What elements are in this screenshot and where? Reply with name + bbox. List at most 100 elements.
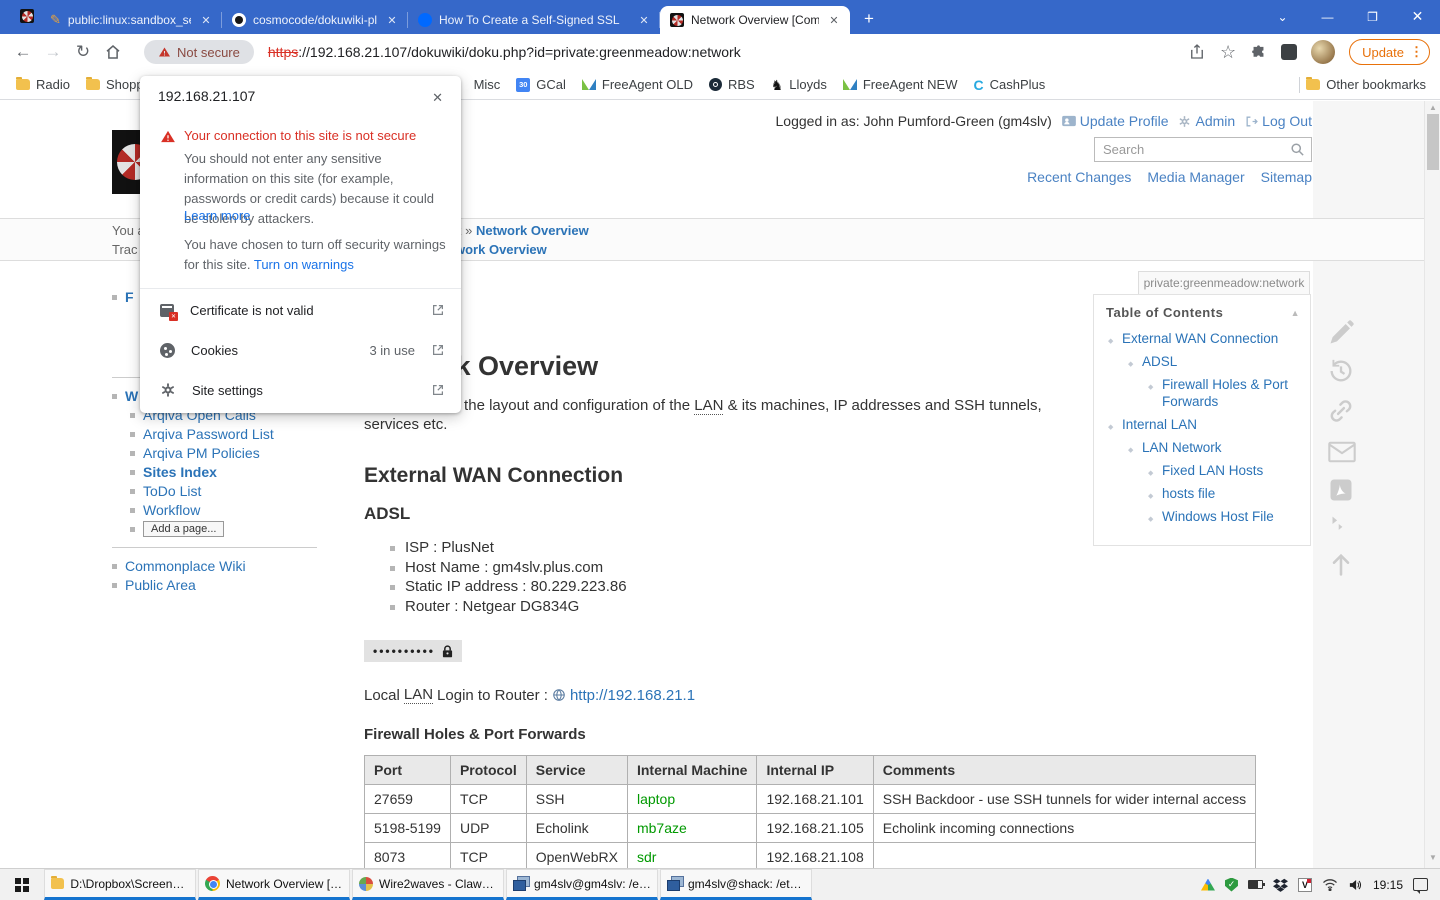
machine-link[interactable]: sdr: [637, 849, 656, 865]
taskbar-button-putty-2[interactable]: gm4slv@shack: /etc/...: [660, 869, 812, 900]
trace-network-overview-link[interactable]: work Overview: [455, 242, 547, 257]
sidebar-item-workflow[interactable]: Workflow: [130, 502, 347, 518]
toc-item[interactable]: Internal LAN: [1106, 416, 1300, 433]
side-panel-icon[interactable]: [1281, 44, 1297, 60]
sidebar-link[interactable]: Arqiva Password List: [143, 426, 274, 442]
restore-button[interactable]: ❐: [1350, 10, 1395, 24]
open-external-icon[interactable]: [431, 343, 445, 357]
scroll-down-arrow[interactable]: ▼: [1425, 853, 1440, 862]
taskbar-button-chrome[interactable]: Network Overview [C...: [198, 869, 350, 900]
scroll-up-arrow[interactable]: ▲: [1425, 103, 1440, 112]
sidebar-link[interactable]: W: [125, 388, 138, 404]
start-button[interactable]: [0, 869, 44, 900]
sidebar-link[interactable]: F: [125, 289, 134, 305]
bookmark-folder-radio[interactable]: Radio: [16, 77, 70, 92]
sidebar-link[interactable]: Public Area: [125, 577, 196, 593]
action-center-icon[interactable]: [1413, 878, 1428, 891]
admin-link[interactable]: Admin: [1178, 113, 1235, 129]
defender-shield-icon[interactable]: ✓: [1225, 878, 1238, 892]
bookmark-folder-shopping[interactable]: Shopp: [86, 77, 144, 92]
machine-link[interactable]: mb7aze: [637, 820, 687, 836]
bookmark-gcal[interactable]: 30GCal: [516, 77, 566, 92]
old-revisions-icon[interactable]: [1327, 357, 1355, 385]
not-secure-chip[interactable]: Not secure: [144, 40, 254, 64]
sidebar-item-commonplace-wiki[interactable]: Commonplace Wiki: [112, 558, 347, 574]
url-text[interactable]: https://192.168.21.107/dokuwiki/doku.php…: [268, 44, 741, 60]
mail-icon[interactable]: [1327, 439, 1357, 465]
sidebar-link[interactable]: Arqiva PM Policies: [143, 445, 260, 461]
fold-unfold-icon[interactable]: [1327, 513, 1349, 535]
taskbar-button-putty-1[interactable]: gm4slv@gm4slv: /etc...: [506, 869, 658, 900]
tab-search-chevron-icon[interactable]: ⌄: [1260, 10, 1305, 24]
bookmark-freeagent-new[interactable]: FreeAgent NEW: [843, 77, 958, 92]
site-settings-row[interactable]: Site settings: [140, 370, 461, 410]
toc-collapse-icon[interactable]: ▲: [1291, 308, 1300, 318]
back-button[interactable]: ←: [8, 37, 38, 67]
open-external-icon[interactable]: [431, 303, 445, 317]
dropbox-icon[interactable]: [1273, 878, 1288, 892]
add-page-button[interactable]: Add a page...: [143, 521, 224, 537]
sidebar-link[interactable]: Commonplace Wiki: [125, 558, 246, 574]
open-external-icon[interactable]: [431, 383, 445, 397]
sidebar-item-public-area[interactable]: Public Area: [112, 577, 347, 593]
sidebar-item-sites-index[interactable]: Sites Index: [130, 464, 347, 480]
toc-item[interactable]: Fixed LAN Hosts: [1106, 462, 1300, 479]
media-manager-link[interactable]: Media Manager: [1147, 169, 1244, 185]
sidebar-link[interactable]: ToDo List: [143, 483, 201, 499]
bookmark-rbs[interactable]: RBS: [709, 77, 755, 92]
other-bookmarks-folder[interactable]: Other bookmarks: [1281, 77, 1440, 93]
turn-on-warnings-link[interactable]: Turn on warnings: [254, 257, 354, 272]
machine-link[interactable]: laptop: [637, 791, 675, 807]
tab-close-icon[interactable]: ✕: [826, 12, 842, 28]
taskbar-button-explorer[interactable]: D:\Dropbox\Screensh...: [44, 869, 196, 900]
bookmark-lloyds[interactable]: ♞Lloyds: [771, 77, 827, 92]
extensions-puzzle-icon[interactable]: [1250, 44, 1267, 61]
taskbar-button-claws-mail[interactable]: Wire2waves - Claws ...: [352, 869, 504, 900]
pinned-umbrella-favicon[interactable]: [20, 9, 34, 23]
sidebar-link[interactable]: Sites Index: [143, 464, 217, 480]
sidebar-item-arqiva-pm-policies[interactable]: Arqiva PM Policies: [130, 445, 347, 461]
router-link[interactable]: http://192.168.21.1: [570, 687, 695, 704]
bookmark-misc[interactable]: Misc: [474, 77, 501, 92]
sidebar-add-page[interactable]: Add a page...: [130, 521, 347, 537]
sidebar-item-todo-list[interactable]: ToDo List: [130, 483, 347, 499]
vnc-icon[interactable]: V: [1298, 878, 1312, 892]
popup-close-icon[interactable]: ✕: [428, 86, 447, 110]
minimize-button[interactable]: —: [1305, 10, 1350, 24]
home-button[interactable]: [98, 37, 128, 67]
recent-changes-link[interactable]: Recent Changes: [1027, 169, 1131, 185]
breadcrumb-network-overview-link[interactable]: Network Overview: [476, 223, 589, 238]
browser-scrollbar[interactable]: ▲ ▼: [1424, 101, 1440, 868]
reload-button[interactable]: ↻: [68, 37, 98, 67]
edit-pencil-icon[interactable]: [1327, 319, 1355, 347]
toc-item[interactable]: ADSL: [1106, 353, 1300, 370]
bookmark-freeagent-old[interactable]: FreeAgent OLD: [582, 77, 693, 92]
update-chrome-button[interactable]: Update ⋮: [1349, 39, 1430, 65]
export-pdf-icon[interactable]: [1327, 476, 1355, 504]
learn-more-link[interactable]: Learn more: [184, 208, 250, 223]
certificate-row[interactable]: Certificate is not valid: [140, 290, 461, 330]
close-window-button[interactable]: ✕: [1395, 8, 1440, 25]
logout-link[interactable]: Log Out: [1245, 113, 1312, 129]
toc-item[interactable]: LAN Network: [1106, 439, 1300, 456]
volume-icon[interactable]: [1348, 878, 1363, 892]
taskbar-clock[interactable]: 19:15: [1373, 878, 1403, 892]
tab-close-icon[interactable]: ✕: [384, 12, 400, 28]
sidebar-link[interactable]: Workflow: [143, 502, 200, 518]
cookies-row[interactable]: Cookies 3 in use: [140, 330, 461, 370]
share-icon[interactable]: [1188, 43, 1206, 61]
wifi-icon[interactable]: [1322, 878, 1338, 891]
tab-ssl-howto[interactable]: How To Create a Self-Signed SSL ✕: [408, 6, 660, 34]
new-tab-button[interactable]: +: [856, 6, 882, 32]
scrollbar-thumb[interactable]: [1427, 114, 1439, 170]
back-to-top-icon[interactable]: [1327, 551, 1355, 579]
hidden-password-box[interactable]: ••••••••••: [364, 640, 462, 662]
toc-item[interactable]: hosts file: [1106, 485, 1300, 502]
tab-github-plugin[interactable]: cosmocode/dokuwiki-plugin-enc ✕: [222, 6, 408, 34]
toc-item[interactable]: Firewall Holes & Port Forwards: [1106, 376, 1300, 410]
toc-item[interactable]: External WAN Connection: [1106, 330, 1300, 347]
battery-icon[interactable]: [1248, 880, 1263, 889]
sitemap-link[interactable]: Sitemap: [1261, 169, 1312, 185]
update-profile-link[interactable]: Update Profile: [1062, 113, 1169, 129]
tab-sandbox-server[interactable]: ✎ public:linux:sandbox_server [ ✕: [40, 6, 222, 34]
